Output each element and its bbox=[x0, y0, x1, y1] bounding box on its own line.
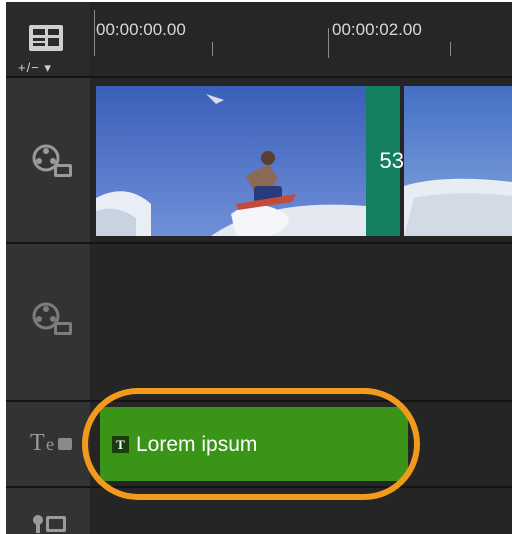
title-track-header[interactable]: T e bbox=[6, 402, 90, 488]
title-track-icon: T e bbox=[28, 428, 76, 463]
ruler-tick bbox=[212, 42, 213, 56]
storyboard-view-icon[interactable] bbox=[28, 24, 64, 57]
video-track-icon bbox=[32, 144, 76, 185]
overlay-track[interactable] bbox=[90, 244, 512, 402]
title-clip-label: Lorem ipsum bbox=[136, 433, 258, 456]
video-track-header[interactable] bbox=[6, 78, 90, 244]
transition-block[interactable]: 53 bbox=[366, 86, 404, 236]
track-header-column: +/− ▾ T e bbox=[6, 2, 90, 534]
video-track: 53 bbox=[90, 78, 512, 244]
voice-track[interactable] bbox=[90, 488, 512, 534]
transition-label: 53 bbox=[379, 148, 404, 173]
timeline-panel: +/− ▾ T e 00:00:00.00 00:00:02.00 53 T L… bbox=[6, 2, 512, 534]
ruler-tick bbox=[328, 28, 329, 58]
svg-text:T: T bbox=[30, 430, 45, 456]
title-clip[interactable]: T Lorem ipsum bbox=[100, 407, 408, 481]
time-ruler[interactable]: 00:00:00.00 00:00:02.00 bbox=[90, 2, 512, 78]
timecode-2s: 00:00:02.00 bbox=[332, 20, 422, 39]
ruler-tick bbox=[450, 42, 451, 56]
overlay-track-icon bbox=[32, 302, 76, 343]
zoom-control[interactable]: +/− ▾ bbox=[18, 60, 52, 76]
title-type-icon: T bbox=[112, 436, 129, 453]
voice-track-icon bbox=[30, 512, 70, 534]
video-clip-2[interactable] bbox=[404, 86, 512, 236]
voice-track-header[interactable] bbox=[6, 488, 90, 534]
timeline-controls: +/− ▾ bbox=[6, 2, 90, 78]
ruler-tick bbox=[94, 10, 95, 56]
timecode-start: 00:00:00.00 bbox=[96, 20, 186, 39]
overlay-track-header[interactable] bbox=[6, 244, 90, 402]
svg-text:e: e bbox=[46, 434, 54, 454]
video-clip-1[interactable] bbox=[96, 86, 366, 236]
